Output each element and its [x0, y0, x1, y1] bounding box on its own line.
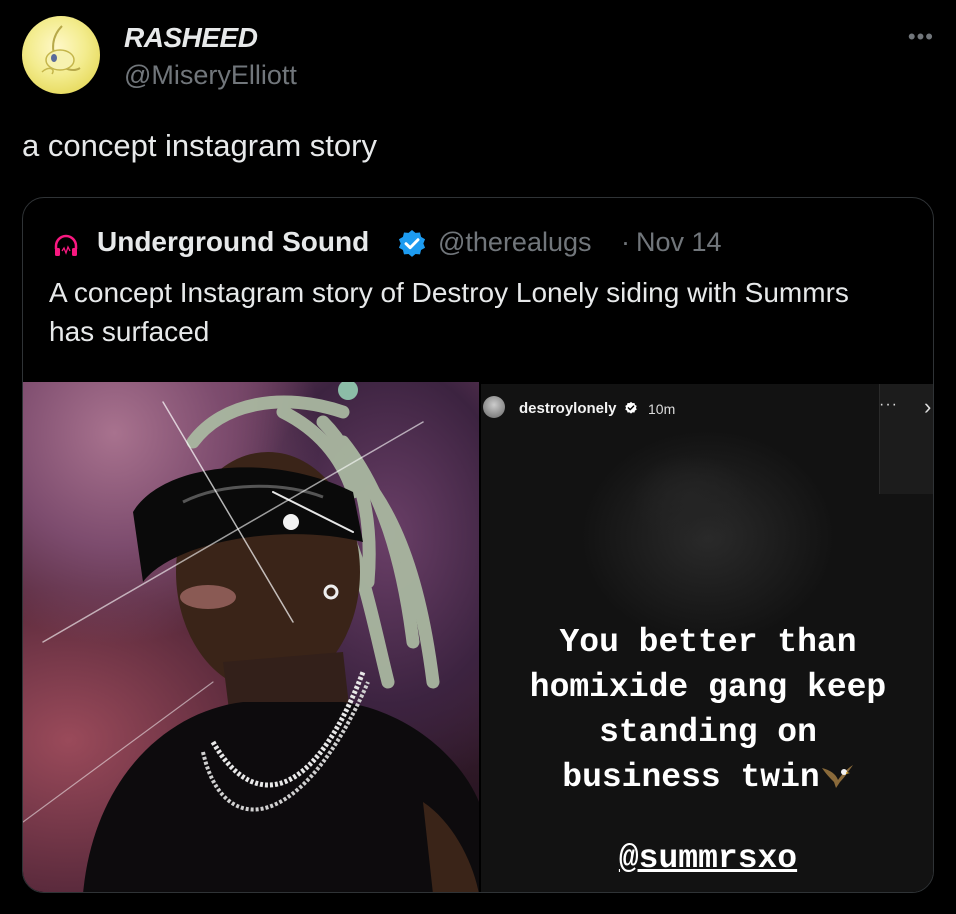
quoted-tweet[interactable]: Underground Sound @therealugs · Nov 14 A… [22, 197, 934, 893]
artist-photo-illustration [23, 382, 479, 892]
artist-photo[interactable] [23, 382, 479, 892]
instagram-story[interactable]: destroylonely 10m ··· › You better than … [481, 384, 933, 892]
story-username[interactable]: destroylonely [519, 400, 617, 417]
caption-line: homixide gang keep [529, 669, 887, 706]
author-name[interactable]: RASHEED [124, 22, 258, 54]
separator-dot: · [621, 227, 630, 257]
story-next-icon[interactable]: › [924, 394, 931, 420]
story-mention[interactable]: @summrsxo [481, 840, 933, 877]
tweet-text: a concept instagram story [22, 128, 377, 163]
caption-line: standing on [599, 714, 817, 751]
author-handle[interactable]: @MiseryElliott [124, 60, 297, 91]
caption-line: You better than [559, 624, 857, 661]
quoted-author-handle[interactable]: @therealugs [438, 227, 592, 258]
quoted-date[interactable]: Nov 14 [636, 227, 722, 258]
quoted-author-name[interactable]: Underground Sound [97, 226, 369, 258]
verified-badge-icon [398, 230, 426, 257]
story-caption: You better than homixide gang keep stand… [481, 620, 933, 800]
story-verified-icon [625, 401, 637, 414]
story-more-icon[interactable]: ··· [879, 396, 898, 414]
story-time: 10m [648, 401, 676, 417]
avatar-bird-icon [41, 25, 81, 75]
quoted-tweet-text: A concept Instagram story of Destroy Lon… [49, 277, 849, 347]
caption-line: business twin [562, 759, 820, 796]
author-avatar[interactable] [22, 16, 100, 94]
story-avatar[interactable] [483, 396, 505, 418]
eagle-icon [821, 765, 853, 788]
headphones-icon [54, 234, 78, 256]
story-background-blur [631, 454, 751, 544]
ellipsis-icon[interactable]: ••• [908, 24, 934, 50]
media-grid: destroylonely 10m ··· › You better than … [23, 382, 933, 892]
caption-line-last: business twin [481, 755, 933, 800]
